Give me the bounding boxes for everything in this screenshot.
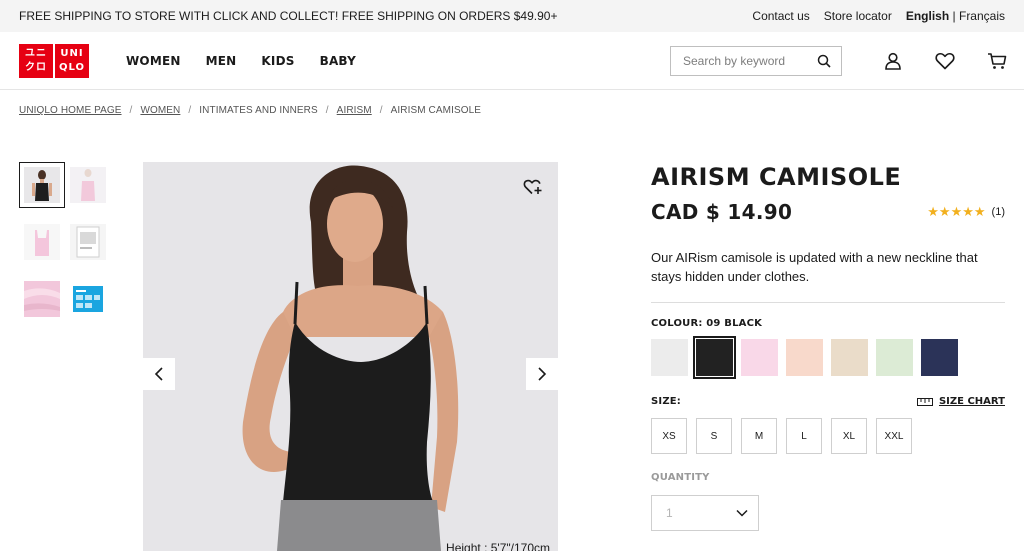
review-count[interactable]: (1) <box>992 206 1005 218</box>
breadcrumb-women[interactable]: WOMEN <box>140 105 180 116</box>
product-price: CAD $ 14.90 <box>651 200 793 224</box>
colour-swatches <box>651 336 1005 379</box>
chevron-right-icon <box>538 367 547 381</box>
search-icon[interactable] <box>817 54 831 68</box>
logo-block-katakana: ユニ クロ <box>19 44 53 78</box>
chevron-down-icon <box>736 509 748 517</box>
quantity-select[interactable]: 1 <box>651 495 759 531</box>
breadcrumb-separator: / <box>129 105 133 116</box>
promo-text: FREE SHIPPING TO STORE WITH CLICK AND CO… <box>19 9 558 23</box>
site-header: ユニ クロ UNI QLO WOMEN MEN KIDS BABY <box>0 32 1024 90</box>
logo-text-4: QLO <box>58 62 86 73</box>
size-option-l[interactable]: L <box>786 418 822 454</box>
thumbnail-3[interactable] <box>19 219 65 265</box>
promo-bar: FREE SHIPPING TO STORE WITH CLICK AND CO… <box>0 0 1024 32</box>
ruler-icon <box>916 397 933 406</box>
product-description: Our AIRism camisole is updated with a ne… <box>651 250 978 284</box>
logo-block-latin: UNI QLO <box>55 44 89 78</box>
breadcrumb-separator: / <box>188 105 192 116</box>
main-nav: WOMEN MEN KIDS BABY <box>126 32 356 90</box>
account-icon[interactable] <box>882 50 904 72</box>
thumbnail-5[interactable] <box>19 276 65 322</box>
size-options: XS S M L XL XXL <box>651 418 1005 454</box>
thumbnail-4[interactable] <box>65 219 111 265</box>
breadcrumb-current: AIRISM CAMISOLE <box>390 105 482 116</box>
thumbnail-1[interactable] <box>19 162 65 208</box>
price-row: CAD $ 14.90 ★★★★★ (1) <box>651 200 1005 224</box>
size-chart-label: SIZE CHART <box>938 396 1005 407</box>
thumbnail-fabric-image <box>24 281 60 317</box>
divider <box>651 302 1005 303</box>
chevron-left-icon <box>154 367 163 381</box>
thumbnail-airism-info-image <box>70 281 106 317</box>
language-switcher: English | Français <box>906 9 1005 23</box>
language-french[interactable]: Français <box>959 9 1005 23</box>
size-option-xxl[interactable]: XXL <box>876 418 912 454</box>
search-box <box>670 46 842 76</box>
next-image-button[interactable] <box>526 358 558 390</box>
star-rating-icon: ★★★★★ <box>927 204 986 219</box>
thumbnail-package-image <box>70 224 106 260</box>
size-option-xl[interactable]: XL <box>831 418 867 454</box>
thumbnail-pink-flat-image <box>24 224 60 260</box>
colour-swatch-white[interactable] <box>651 339 688 376</box>
add-to-wishlist-icon[interactable] <box>522 176 544 198</box>
colour-swatch-beige[interactable] <box>831 339 868 376</box>
product-main-image: Height : 5'7"/170cm <box>143 162 558 551</box>
colour-swatch-black[interactable] <box>693 336 736 379</box>
thumbnail-model-pink-image <box>70 167 106 203</box>
product-info-panel: AIRISM CAMISOLE CAD $ 14.90 ★★★★★ (1) Ou… <box>651 162 1005 531</box>
header-icons <box>882 50 1008 72</box>
thumbnail-6[interactable] <box>65 276 111 322</box>
size-option-s[interactable]: S <box>696 418 732 454</box>
breadcrumb-home[interactable]: UNIQLO HOME PAGE <box>19 105 122 116</box>
colour-swatch-green[interactable] <box>876 339 913 376</box>
colour-swatch-navy[interactable] <box>921 339 958 376</box>
nav-men[interactable]: MEN <box>206 54 237 68</box>
colour-swatch-pink[interactable] <box>741 339 778 376</box>
quantity-label: QUANTITY <box>651 472 710 483</box>
quantity-value: 1 <box>666 506 673 520</box>
cart-icon[interactable] <box>986 50 1008 72</box>
logo-text-3: UNI <box>60 48 84 59</box>
size-option-xs[interactable]: XS <box>651 418 687 454</box>
size-row: SIZE: SIZE CHART <box>651 396 1005 407</box>
previous-image-button[interactable] <box>143 358 175 390</box>
thumbnail-gallery <box>19 162 111 322</box>
size-chart-link[interactable]: SIZE CHART <box>916 396 1005 407</box>
rating[interactable]: ★★★★★ (1) <box>927 204 1005 220</box>
breadcrumb: UNIQLO HOME PAGE / WOMEN / INTIMATES AND… <box>19 105 481 116</box>
thumbnail-2[interactable] <box>65 162 111 208</box>
wishlist-heart-icon[interactable] <box>934 50 956 72</box>
language-english[interactable]: English <box>906 9 949 23</box>
breadcrumb-airism[interactable]: AIRISM <box>337 105 372 116</box>
nav-kids[interactable]: KIDS <box>261 54 294 68</box>
store-locator-link[interactable]: Store locator <box>824 9 892 23</box>
uniqlo-logo[interactable]: ユニ クロ UNI QLO <box>19 44 91 78</box>
breadcrumb-separator: / <box>379 105 383 116</box>
breadcrumb-separator: / <box>325 105 329 116</box>
thumbnail-model-black-image <box>24 167 60 203</box>
size-option-m[interactable]: M <box>741 418 777 454</box>
nav-women[interactable]: WOMEN <box>126 54 181 68</box>
search-input[interactable] <box>683 54 813 68</box>
product-title: AIRISM CAMISOLE <box>651 163 902 191</box>
colour-label: COLOUR: 09 BLACK <box>651 318 763 329</box>
logo-text-2: クロ <box>25 62 47 73</box>
breadcrumb-intimates: INTIMATES AND INNERS <box>199 105 318 116</box>
contact-us-link[interactable]: Contact us <box>752 9 809 23</box>
nav-baby[interactable]: BABY <box>320 54 356 68</box>
colour-swatch-peach[interactable] <box>786 339 823 376</box>
language-separator: | <box>952 9 956 23</box>
size-label: SIZE: <box>651 396 682 407</box>
utility-links: Contact us Store locator English | Franç… <box>752 9 1005 23</box>
logo-text-1: ユニ <box>25 48 47 59</box>
model-height-note: Height : 5'7"/170cm <box>446 541 550 551</box>
model-photo <box>143 162 558 551</box>
